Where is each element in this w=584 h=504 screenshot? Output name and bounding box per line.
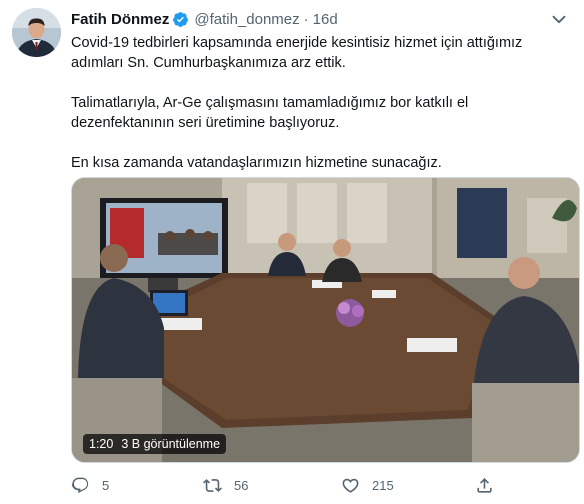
avatar[interactable] [12,8,61,57]
heart-icon [341,476,360,495]
tweet[interactable]: Fatih Dönmez @fatih_donmez · 16d Covid-1… [0,0,584,504]
like-count: 215 [372,477,394,493]
tweet-paragraph: En kısa zamanda vatandaşlarımızın hizmet… [71,155,442,171]
verified-badge-icon [172,11,189,28]
tweet-header: Fatih Dönmez @fatih_donmez · 16d [71,9,338,29]
tweet-actions: 5 56 215 [71,474,511,496]
share-button[interactable] [475,474,506,496]
handle[interactable]: @fatih_donmez [194,11,299,28]
retweet-icon [203,476,222,495]
video-frame [72,178,579,462]
video-player[interactable]: 1:20 3 B görüntülenme [71,177,580,463]
video-duration: 1:20 [89,437,114,451]
retweet-button[interactable]: 56 [203,474,248,496]
like-button[interactable]: 215 [341,474,394,496]
tweet-paragraph: Talimatlarıyla, Ar-Ge çalışmasını tamaml… [71,95,469,131]
separator-dot: · [303,10,309,28]
reply-count: 5 [102,477,110,493]
reply-icon [71,476,90,495]
tweet-text: Covid-19 tedbirleri kapsamında enerjide … [71,33,571,173]
tweet-paragraph: Covid-19 tedbirleri kapsamında enerjide … [71,35,523,71]
retweet-count: 56 [234,477,249,493]
more-icon[interactable] [548,8,570,30]
video-views: 3 B görüntülenme [121,437,221,451]
timestamp[interactable]: 16d [313,11,338,28]
display-name[interactable]: Fatih Dönmez [71,11,169,28]
reply-button[interactable]: 5 [71,474,109,496]
video-info-badge: 1:20 3 B görüntülenme [83,434,227,454]
share-icon [475,476,494,495]
